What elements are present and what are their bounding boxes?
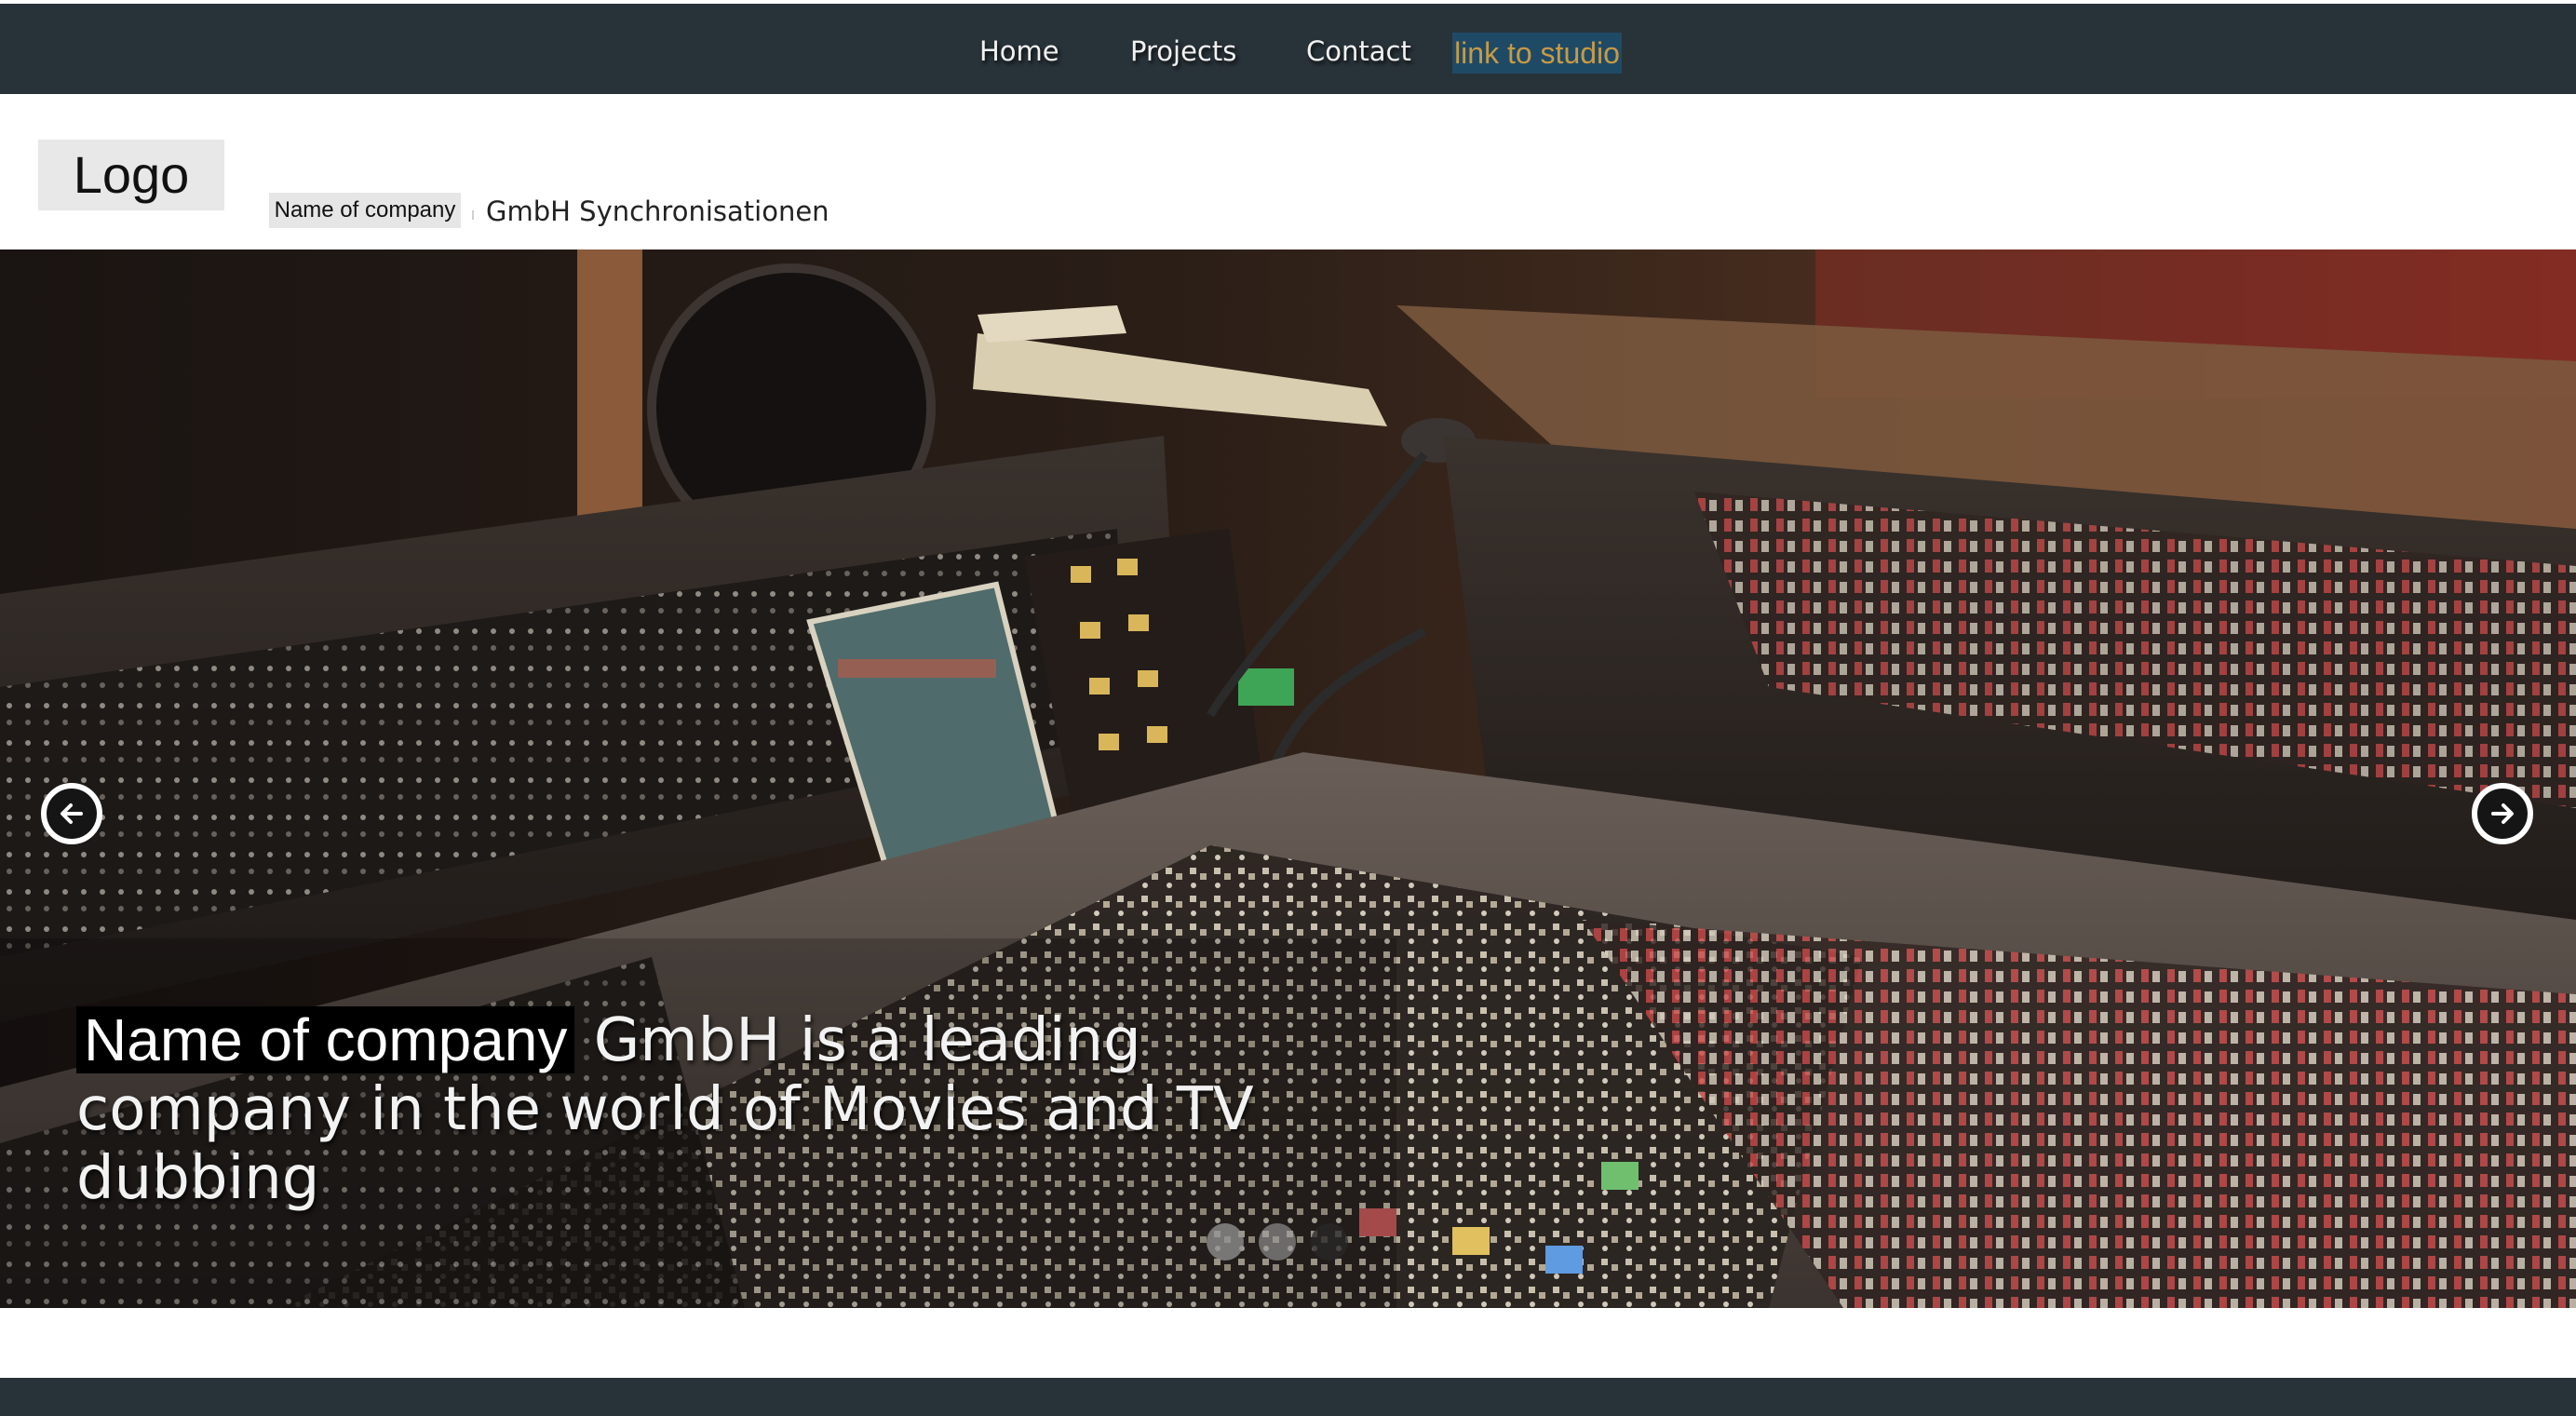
caption-company-name: Name of company	[76, 1006, 575, 1073]
hero-caption: Name of company GmbH is a leading compan…	[76, 1005, 1315, 1213]
company-suffix: GmbH Synchronisationen	[486, 196, 829, 227]
hero-slideshow: Name of company GmbH is a leading compan…	[0, 249, 2576, 1308]
logo[interactable]: Logo	[38, 140, 224, 210]
arrow-right-circle-icon[interactable]	[2472, 783, 2533, 844]
top-nav-bar: Home Projects Contact link to studio	[0, 0, 2576, 94]
slide-dot-3[interactable]	[1311, 1223, 1348, 1261]
slide-dot-2[interactable]	[1259, 1223, 1296, 1261]
studio-link[interactable]: link to studio	[1452, 33, 1622, 74]
nav-link-home[interactable]: Home	[979, 33, 1059, 70]
nav-link-contact[interactable]: Contact	[1306, 33, 1411, 70]
nav-link-projects[interactable]: Projects	[1130, 33, 1236, 70]
footer-bar	[0, 1378, 2576, 1416]
company-name-placeholder: Name of company	[269, 193, 461, 228]
slide-dot-1[interactable]	[1207, 1223, 1244, 1261]
company-name-separator	[472, 210, 474, 220]
arrow-left-circle-icon[interactable]	[41, 783, 102, 844]
